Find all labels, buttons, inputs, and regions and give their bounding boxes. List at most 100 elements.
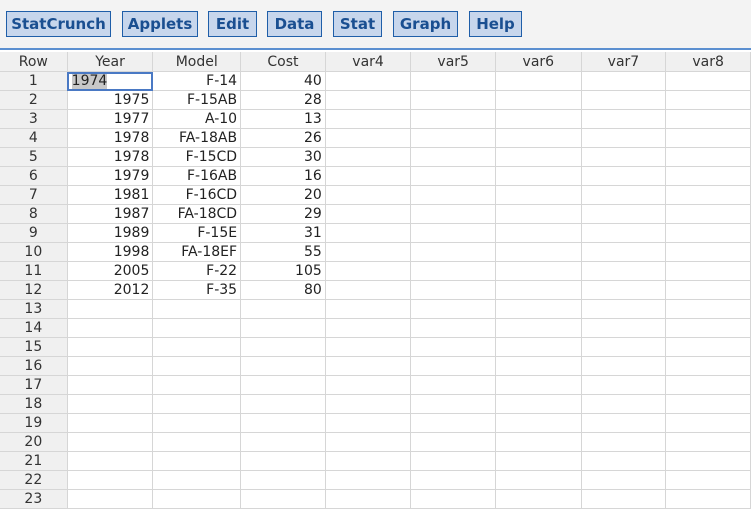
cell-cost[interactable]: 55 [240, 242, 326, 262]
row-number[interactable]: 18 [0, 394, 68, 414]
cell-var8[interactable] [665, 375, 751, 395]
cell-var5[interactable] [410, 166, 497, 186]
cell-cost[interactable]: 16 [240, 166, 326, 186]
cell-var5[interactable] [410, 299, 497, 319]
cell-var5[interactable] [410, 109, 497, 129]
cell-var8[interactable] [665, 71, 751, 91]
cell-var4[interactable] [325, 337, 412, 357]
cell-var8[interactable] [665, 109, 751, 129]
cell-var5[interactable] [410, 185, 497, 205]
column-header-row[interactable]: Row [0, 52, 68, 72]
cell-cost[interactable]: 26 [240, 128, 326, 148]
cell-cost[interactable] [240, 318, 326, 338]
cell-model[interactable]: F-35 [152, 280, 242, 300]
row-number[interactable]: 13 [0, 299, 68, 319]
cell-year[interactable] [67, 375, 154, 395]
cell-var5[interactable] [410, 147, 497, 167]
cell-var4[interactable] [325, 147, 412, 167]
cell-var7[interactable] [581, 185, 667, 205]
row-number[interactable]: 1 [0, 71, 68, 91]
cell-model[interactable]: F-15CD [152, 147, 242, 167]
cell-var5[interactable] [410, 470, 497, 490]
cell-var8[interactable] [665, 413, 751, 433]
cell-var4[interactable] [325, 90, 412, 110]
cell-var8[interactable] [665, 318, 751, 338]
cell-var8[interactable] [665, 451, 751, 471]
cell-year[interactable]: 1987 [67, 204, 154, 224]
cell-var6[interactable] [495, 299, 582, 319]
row-number[interactable]: 20 [0, 432, 68, 452]
cell-var6[interactable] [495, 375, 582, 395]
cell-var6[interactable] [495, 128, 582, 148]
cell-year[interactable] [67, 432, 154, 452]
column-header-cost[interactable]: Cost [240, 52, 326, 72]
cell-var6[interactable] [495, 413, 582, 433]
column-header-var5[interactable]: var5 [410, 52, 497, 72]
menu-stat-button[interactable]: Stat [333, 11, 382, 37]
cell-var8[interactable] [665, 337, 751, 357]
cell-var6[interactable] [495, 356, 582, 376]
selected-cell-year[interactable]: 1974 [67, 71, 154, 91]
row-number[interactable]: 12 [0, 280, 68, 300]
cell-var7[interactable] [581, 394, 667, 414]
cell-year[interactable]: 1998 [67, 242, 154, 262]
cell-var4[interactable] [325, 451, 412, 471]
cell-var7[interactable] [581, 356, 667, 376]
row-number[interactable]: 4 [0, 128, 68, 148]
row-number[interactable]: 14 [0, 318, 68, 338]
cell-var4[interactable] [325, 394, 412, 414]
menu-edit-button[interactable]: Edit [208, 11, 257, 37]
row-number[interactable]: 5 [0, 147, 68, 167]
window-control-icon[interactable]: •• [735, 0, 747, 5]
cell-var6[interactable] [495, 280, 582, 300]
cell-var8[interactable] [665, 147, 751, 167]
cell-cost[interactable]: 29 [240, 204, 326, 224]
cell-year[interactable] [67, 356, 154, 376]
cell-var5[interactable] [410, 204, 497, 224]
cell-var7[interactable] [581, 128, 667, 148]
cell-var8[interactable] [665, 299, 751, 319]
cell-cost[interactable] [240, 489, 326, 509]
menu-statcrunch-button[interactable]: StatCrunch [6, 11, 111, 37]
cell-var6[interactable] [495, 394, 582, 414]
cell-var5[interactable] [410, 375, 497, 395]
cell-cost[interactable] [240, 299, 326, 319]
menu-graph-button[interactable]: Graph [393, 11, 458, 37]
cell-model[interactable] [152, 394, 242, 414]
cell-year[interactable]: 1989 [67, 223, 154, 243]
row-number[interactable]: 7 [0, 185, 68, 205]
cell-var6[interactable] [495, 470, 582, 490]
column-header-var6[interactable]: var6 [495, 52, 582, 72]
cell-var7[interactable] [581, 470, 667, 490]
cell-var7[interactable] [581, 166, 667, 186]
cell-var8[interactable] [665, 204, 751, 224]
cell-model[interactable]: FA-18AB [152, 128, 242, 148]
cell-model[interactable] [152, 432, 242, 452]
cell-var4[interactable] [325, 242, 412, 262]
cell-var6[interactable] [495, 223, 582, 243]
cell-var4[interactable] [325, 128, 412, 148]
cell-model[interactable]: F-14 [152, 71, 242, 91]
cell-var6[interactable] [495, 261, 582, 281]
cell-cost[interactable] [240, 356, 326, 376]
cell-var6[interactable] [495, 204, 582, 224]
cell-var7[interactable] [581, 451, 667, 471]
row-number[interactable]: 6 [0, 166, 68, 186]
cell-var4[interactable] [325, 261, 412, 281]
cell-var6[interactable] [495, 489, 582, 509]
row-number[interactable]: 19 [0, 413, 68, 433]
cell-var7[interactable] [581, 337, 667, 357]
cell-cost[interactable] [240, 375, 326, 395]
cell-var4[interactable] [325, 185, 412, 205]
cell-cost[interactable] [240, 394, 326, 414]
cell-model[interactable]: F-15E [152, 223, 242, 243]
cell-year[interactable] [67, 413, 154, 433]
cell-cost[interactable] [240, 470, 326, 490]
cell-model[interactable] [152, 318, 242, 338]
cell-year[interactable] [67, 394, 154, 414]
cell-var4[interactable] [325, 71, 412, 91]
selected-cell-text[interactable]: 1974 [71, 73, 108, 89]
cell-var8[interactable] [665, 185, 751, 205]
cell-var5[interactable] [410, 451, 497, 471]
cell-year[interactable]: 1979 [67, 166, 154, 186]
